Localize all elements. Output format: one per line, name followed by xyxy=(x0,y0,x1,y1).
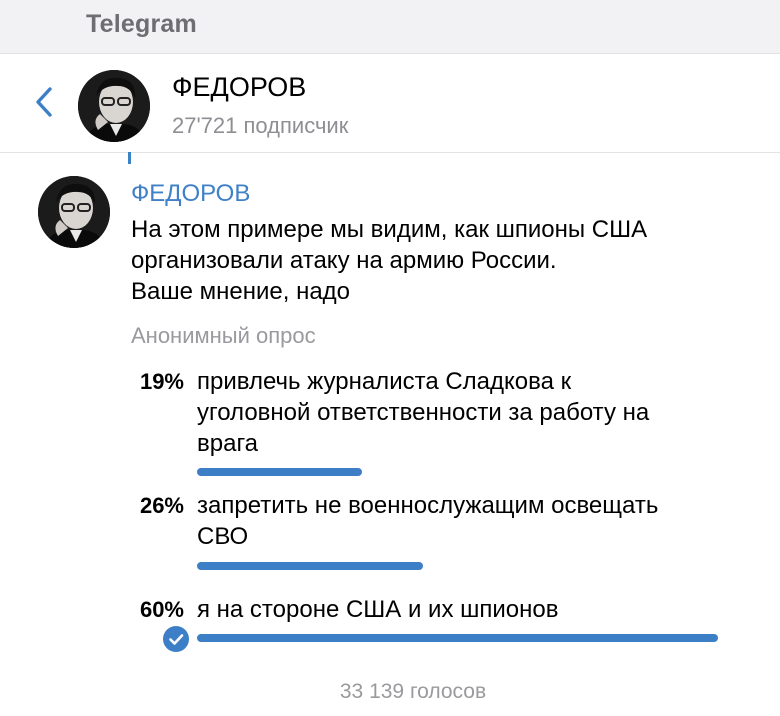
poll-option-text: я на стороне США и их шпионов xyxy=(197,594,742,625)
poll-result-bar xyxy=(197,634,718,642)
channel-header: ФЕДОРОВ 27'721 подписчик xyxy=(0,54,780,153)
chevron-left-icon xyxy=(36,87,52,117)
thread-line xyxy=(128,152,131,164)
poll-option-text: запретить не военнослужащим освещать СВО xyxy=(197,490,742,552)
poll-option-line: врага xyxy=(197,430,259,457)
post-text-line: Ваше мнение, надо xyxy=(131,278,351,305)
checkmark-icon xyxy=(163,626,189,652)
poll-type-label: Анонимный опрос xyxy=(131,323,316,348)
channel-name[interactable]: ФЕДОРОВ xyxy=(172,72,306,103)
back-button[interactable] xyxy=(28,80,64,124)
poll-result-bar xyxy=(197,468,362,476)
poll-option-line: СВО xyxy=(197,523,249,550)
post-text: На этом примере мы видим, как шпионы США… xyxy=(131,214,751,307)
poll-option-text: привлечь журналиста Сладкова к уголовной… xyxy=(197,366,742,459)
poll-result-bar xyxy=(197,562,423,570)
vote-count: 33 139 голосов xyxy=(339,680,487,703)
poll-option-line: запретить не военнослужащим освещать xyxy=(197,492,659,519)
avatar-photo xyxy=(38,176,110,248)
poll-option-line: уголовной ответственности за работу на xyxy=(197,399,650,426)
post-author[interactable]: ФЕДОРОВ xyxy=(131,180,250,208)
title-bar: Telegram xyxy=(0,0,780,54)
subscriber-count: 27'721 подписчик xyxy=(172,113,349,138)
poll-option-line: я на стороне США и их шпионов xyxy=(197,596,559,623)
post-text-line: организовали атаку на армию России. xyxy=(131,247,557,274)
poll-option-line: привлечь журналиста Сладкова к xyxy=(197,368,572,395)
author-avatar[interactable] xyxy=(38,176,110,248)
channel-avatar[interactable] xyxy=(78,70,150,142)
poll-option-percent: 19% xyxy=(139,369,184,394)
poll-option-percent: 26% xyxy=(139,493,184,518)
avatar-photo xyxy=(78,70,150,142)
app-title: Telegram xyxy=(86,10,197,38)
poll-option-percent: 60% xyxy=(139,597,184,622)
post-text-line: На этом примере мы видим, как шпионы США xyxy=(131,216,648,243)
